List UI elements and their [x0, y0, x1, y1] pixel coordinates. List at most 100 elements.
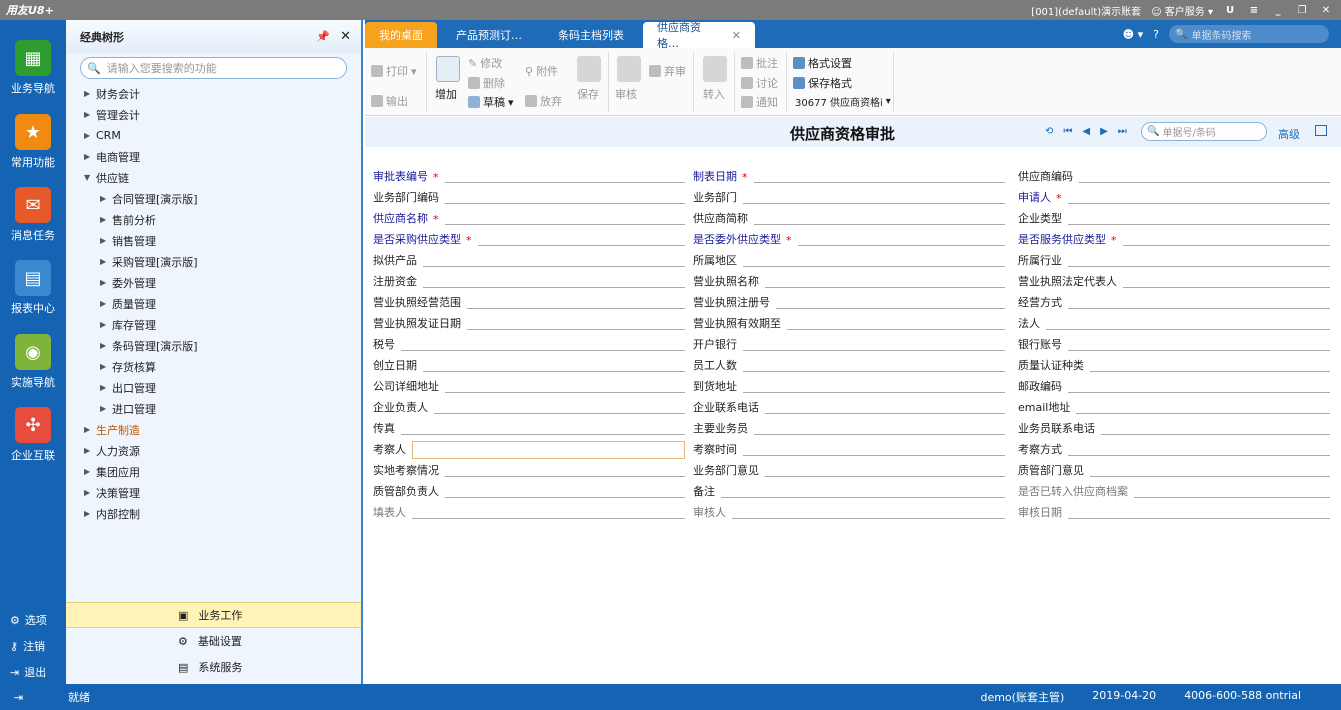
collapsed-arrow-icon[interactable]: ▶: [100, 341, 112, 350]
expanded-arrow-icon[interactable]: ▼: [84, 173, 96, 182]
tab-barcode-list[interactable]: 条码主档列表: [541, 22, 641, 48]
collapsed-arrow-icon[interactable]: ▶: [100, 257, 112, 266]
basic-settings-tab[interactable]: ⚙ 基础设置: [66, 628, 361, 654]
tree-item[interactable]: ▶ CRM: [66, 125, 361, 146]
field-input[interactable]: [1068, 455, 1330, 456]
tree-item[interactable]: ▶ 委外管理: [66, 272, 361, 293]
nav-enterprise[interactable]: ✣ 企业互联: [0, 407, 66, 463]
layout-icon[interactable]: [1315, 125, 1327, 136]
print-button[interactable]: 打印 ▾: [371, 63, 417, 79]
abandon-button[interactable]: 放弃: [525, 93, 562, 109]
customer-service-menu[interactable]: ☺ 客户服务 ▾: [1151, 3, 1213, 18]
collapsed-arrow-icon[interactable]: ▶: [84, 110, 96, 119]
field-input[interactable]: [401, 434, 685, 435]
tree-item[interactable]: ▶ 管理会计: [66, 104, 361, 125]
field-input[interactable]: [445, 497, 685, 498]
draft-button[interactable]: 草稿 ▾: [468, 94, 514, 110]
tree-item[interactable]: ▶ 合同管理[演示版]: [66, 188, 361, 209]
collapsed-arrow-icon[interactable]: ▶: [100, 299, 112, 308]
field-input[interactable]: [434, 413, 685, 414]
format-settings-button[interactable]: 格式设置: [793, 55, 852, 71]
collapsed-arrow-icon[interactable]: ▶: [84, 89, 96, 98]
field-input[interactable]: [445, 203, 685, 204]
field-input[interactable]: [1068, 518, 1330, 519]
field-input[interactable]: [423, 371, 685, 372]
field-input[interactable]: [423, 266, 685, 267]
field-input[interactable]: [1076, 413, 1330, 414]
collapsed-arrow-icon[interactable]: ▶: [84, 509, 96, 518]
collapsed-arrow-icon[interactable]: ▶: [100, 383, 112, 392]
field-input[interactable]: [754, 224, 1005, 225]
tab-close-icon[interactable]: ✕: [732, 29, 741, 42]
nav-favorites[interactable]: ★ 常用功能: [0, 114, 66, 170]
modify-button[interactable]: ✎ 修改: [468, 55, 502, 71]
field-input[interactable]: [743, 203, 1005, 204]
save-button[interactable]: 保存: [577, 86, 599, 102]
nav-reports[interactable]: ▤ 报表中心: [0, 260, 66, 316]
system-service-tab[interactable]: ▤ 系统服务: [66, 654, 361, 680]
tree-item[interactable]: ▶ 电商管理: [66, 146, 361, 167]
tree-item[interactable]: ▶ 内部控制: [66, 503, 361, 524]
tree-item[interactable]: ▶ 条码管理[演示版]: [66, 335, 361, 356]
collapsed-arrow-icon[interactable]: ▶: [84, 446, 96, 455]
options-button[interactable]: ⚙ 选项: [10, 612, 47, 628]
field-input[interactable]: [467, 308, 685, 309]
tab-desktop[interactable]: 我的桌面: [365, 22, 437, 48]
collapsed-arrow-icon[interactable]: ▶: [100, 236, 112, 245]
template-select[interactable]: 30677 供应商资格i ▾: [795, 94, 891, 109]
field-input[interactable]: [743, 371, 1005, 372]
field-input[interactable]: [412, 441, 685, 459]
restore-icon[interactable]: ❐: [1295, 5, 1309, 16]
nav-business[interactable]: ▦ 业务导航: [0, 40, 66, 96]
advanced-link[interactable]: 高级: [1278, 126, 1300, 142]
tree-item[interactable]: ▶ 质量管理: [66, 293, 361, 314]
field-input[interactable]: [1090, 371, 1330, 372]
field-input[interactable]: [445, 476, 685, 477]
tree-item[interactable]: ▶ 出口管理: [66, 377, 361, 398]
tree-item[interactable]: ▶ 进口管理: [66, 398, 361, 419]
tab-product-forecast[interactable]: 产品预测订…: [439, 22, 539, 48]
collapsed-arrow-icon[interactable]: ▶: [84, 467, 96, 476]
menu-icon[interactable]: ≡: [1247, 5, 1261, 16]
review-button[interactable]: 审核: [615, 86, 637, 102]
collapsed-arrow-icon[interactable]: ▶: [84, 152, 96, 161]
field-input[interactable]: [753, 182, 1005, 183]
tab-supplier-qualification[interactable]: 供应商资格… ✕: [643, 21, 755, 50]
logout-button[interactable]: ⚷ 注销: [10, 638, 45, 654]
field-input[interactable]: [412, 518, 685, 519]
field-input[interactable]: [765, 413, 1005, 414]
collapsed-arrow-icon[interactable]: ▶: [100, 320, 112, 329]
next-record-icon[interactable]: ▶: [1100, 126, 1108, 137]
tree-item[interactable]: ▶ 人力资源: [66, 440, 361, 461]
close-panel-icon[interactable]: ✕: [340, 29, 351, 44]
field-input[interactable]: [1101, 434, 1330, 435]
prev-record-icon[interactable]: ◀: [1082, 126, 1090, 137]
doc-search-input[interactable]: 🔍 单据号/条码: [1141, 122, 1267, 141]
field-input[interactable]: [743, 350, 1005, 351]
field-input[interactable]: [743, 266, 1005, 267]
field-input[interactable]: [721, 497, 1005, 498]
collapse-icon[interactable]: ⇥: [14, 691, 23, 704]
smiley-icon[interactable]: ☻ ▾: [1123, 28, 1144, 41]
nav-implementation[interactable]: ◉ 实施导航: [0, 334, 66, 390]
tree-search-input[interactable]: 🔍 请输入您要搜索的功能: [80, 57, 347, 79]
collapsed-arrow-icon[interactable]: ▶: [84, 425, 96, 434]
refresh-icon[interactable]: ⟲: [1045, 126, 1053, 137]
field-input[interactable]: [776, 308, 1005, 309]
u-icon[interactable]: U: [1223, 5, 1237, 16]
save-format-button[interactable]: 保存格式: [793, 75, 852, 91]
tree-item[interactable]: ▶ 库存管理: [66, 314, 361, 335]
transfer-button[interactable]: 转入: [703, 86, 725, 102]
field-input[interactable]: [1067, 203, 1330, 204]
minimize-icon[interactable]: _: [1271, 5, 1285, 16]
field-input[interactable]: [765, 476, 1005, 477]
close-icon[interactable]: ✕: [1319, 5, 1333, 16]
collapsed-arrow-icon[interactable]: ▶: [84, 131, 96, 140]
tree-item[interactable]: ▶ 决策管理: [66, 482, 361, 503]
tree-item[interactable]: ▶ 生产制造: [66, 419, 361, 440]
notify-button[interactable]: 通知: [741, 94, 778, 110]
collapsed-arrow-icon[interactable]: ▶: [100, 194, 112, 203]
field-input[interactable]: [743, 392, 1005, 393]
field-input[interactable]: [797, 245, 1005, 246]
field-input[interactable]: [1068, 392, 1330, 393]
